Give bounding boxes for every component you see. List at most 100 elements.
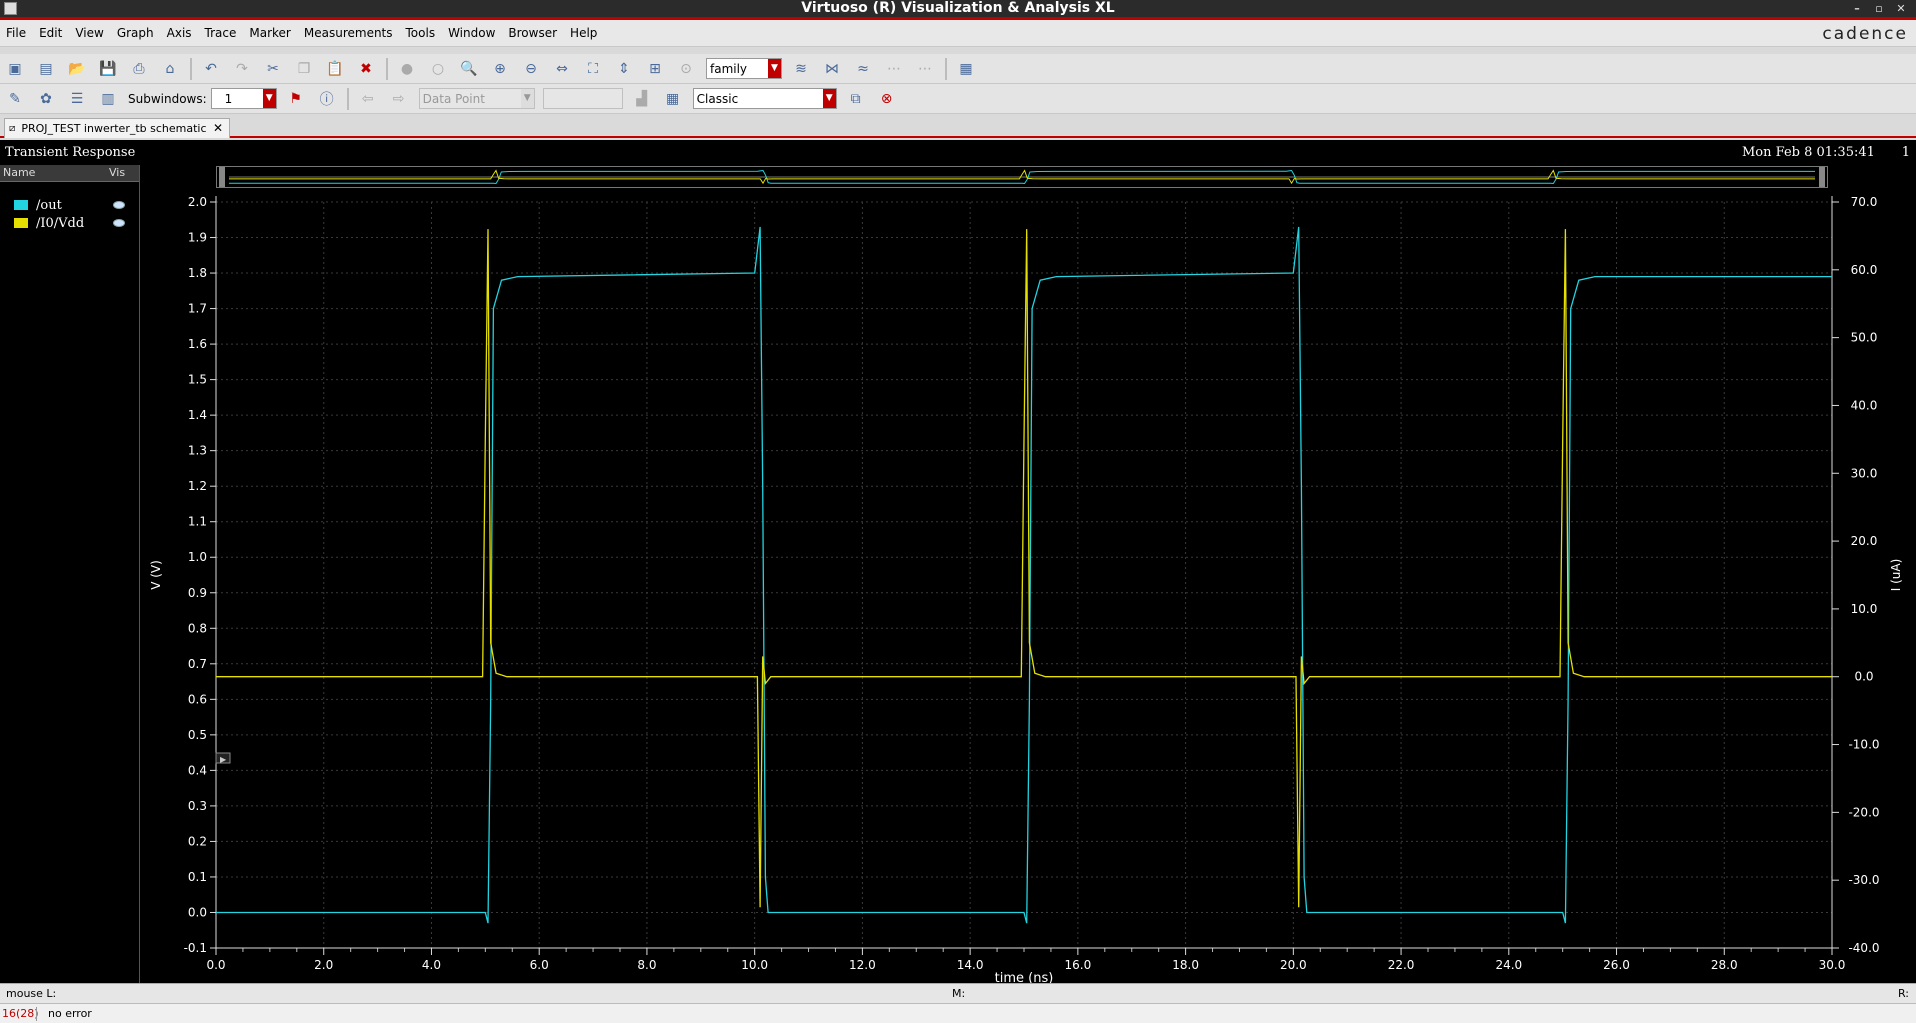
zoom-y-icon[interactable]: ⇕: [613, 58, 635, 80]
remove-style-icon[interactable]: ⊗: [876, 88, 898, 110]
close-window-icon[interactable]: ✕: [1892, 0, 1910, 17]
y-tick-label: 0.1: [188, 870, 207, 884]
x-tick-label: 10.0: [741, 958, 768, 972]
chevron-down-icon[interactable]: ▼: [768, 59, 781, 78]
y2-tick-label: 40.0: [1851, 398, 1878, 412]
datapoint-value-input[interactable]: [542, 88, 623, 109]
y-tick-label: 0.8: [188, 621, 207, 635]
menu-axis[interactable]: Axis: [167, 26, 192, 40]
fit-icon[interactable]: ⛶: [582, 58, 604, 80]
calculator-icon[interactable]: ▦: [662, 88, 684, 110]
menu-graph[interactable]: Graph: [117, 26, 154, 40]
app-icon: [4, 2, 17, 15]
legend-name-header: Name: [3, 166, 36, 179]
copy-icon[interactable]: ❐: [293, 58, 315, 80]
status-message: no error: [48, 1007, 92, 1020]
legend-item-label: /I0/Vdd: [36, 215, 85, 231]
datapoint-combo[interactable]: Data Point ▼: [418, 88, 535, 109]
style-combo[interactable]: Classic ▼: [692, 88, 837, 109]
marker-tool-icon[interactable]: ✿: [35, 88, 57, 110]
y-tick-label: 1.5: [188, 373, 207, 387]
chevron-down-icon[interactable]: ▼: [262, 89, 276, 108]
subwindows-combo[interactable]: 1 ▼: [210, 88, 277, 109]
zoom-out-icon[interactable]: ⊖: [520, 58, 542, 80]
delete-icon[interactable]: ✖: [355, 58, 377, 80]
subwindows-label: Subwindows:: [128, 91, 207, 106]
trace-overlay-icon[interactable]: ≈: [852, 58, 874, 80]
back-arrow-icon[interactable]: ⇦: [357, 88, 379, 110]
zoom-box-icon[interactable]: ⊞: [644, 58, 666, 80]
eye-icon[interactable]: [113, 201, 125, 209]
waveform-chart[interactable]: 0.0 2.0 4.0 6.0 8.0 10.0 12.0 14.0 16.0 18.0 20.0 2…: [140, 165, 1916, 983]
record-icon[interactable]: ○: [427, 58, 449, 80]
layout-rows-icon[interactable]: ☰: [66, 88, 88, 110]
menu-tools[interactable]: Tools: [406, 26, 436, 40]
cut-icon[interactable]: ✂: [262, 58, 284, 80]
menu-file[interactable]: File: [6, 26, 26, 40]
trace-remove-icon[interactable]: ⋯: [914, 58, 936, 80]
family-combo[interactable]: family ▼: [706, 58, 782, 79]
zoom-icon[interactable]: 🔍: [458, 58, 480, 80]
minimize-icon[interactable]: –: [1848, 0, 1866, 17]
plot-datetime: Mon Feb 8 01:35:41: [1742, 145, 1875, 160]
new-window-icon[interactable]: ▣: [4, 58, 26, 80]
y2-tick-label: 20.0: [1851, 534, 1878, 548]
grid-icon[interactable]: ▦: [955, 58, 977, 80]
layout-cols-icon[interactable]: ▥: [97, 88, 119, 110]
menu-marker[interactable]: Marker: [249, 26, 290, 40]
menu-browser[interactable]: Browser: [508, 26, 557, 40]
trace-strip-icon[interactable]: ≋: [790, 58, 812, 80]
close-icon[interactable]: ✕: [213, 121, 223, 135]
chevron-down-icon[interactable]: ▼: [520, 89, 534, 108]
family-combo-value: family: [710, 61, 748, 76]
toolbar-separator: [346, 87, 349, 110]
open-folder-icon[interactable]: 📂: [66, 58, 88, 80]
menu-edit[interactable]: Edit: [39, 26, 62, 40]
trace-out[interactable]: [216, 226, 1832, 924]
tab-label: PROJ_TEST inwerter_tb schematic: [21, 122, 207, 135]
stop-icon[interactable]: ●: [396, 58, 418, 80]
camera-icon[interactable]: ⌂: [159, 58, 181, 80]
menu-view[interactable]: View: [75, 26, 103, 40]
apply-style-icon[interactable]: ⧉: [845, 88, 867, 110]
save-icon[interactable]: 💾: [97, 58, 119, 80]
menu-window[interactable]: Window: [448, 26, 495, 40]
forward-arrow-icon[interactable]: ⇨: [388, 88, 410, 110]
play-icon[interactable]: ▶: [220, 755, 227, 764]
undo-icon[interactable]: ↶: [200, 58, 222, 80]
new-subwindow-icon[interactable]: ▤: [35, 58, 57, 80]
menu-trace[interactable]: Trace: [205, 26, 237, 40]
y-tick-label: 1.6: [188, 337, 207, 351]
message-count: 16(28): [2, 1007, 39, 1020]
info-icon[interactable]: ⓘ: [316, 88, 338, 110]
pointer-icon[interactable]: ✎: [4, 88, 26, 110]
zoom-reset-icon[interactable]: ⊙: [675, 58, 697, 80]
legend-item-vdd[interactable]: /I0/Vdd: [14, 215, 85, 231]
trace-add-icon[interactable]: ⋯: [883, 58, 905, 80]
menu-measurements[interactable]: Measurements: [304, 26, 393, 40]
eye-icon[interactable]: [113, 219, 125, 227]
y-tick-label: 1.4: [188, 408, 207, 422]
plot-window: Transient Response Mon Feb 8 01:35:41 1 …: [0, 140, 1916, 983]
mouse-middle-status: M:: [952, 987, 966, 1000]
legend-item-out[interactable]: /out: [14, 198, 62, 213]
zoom-x-icon[interactable]: ⇔: [551, 58, 573, 80]
y2-tick-label: 60.0: [1851, 263, 1878, 277]
print-icon[interactable]: ⎙: [128, 58, 150, 80]
x-tick-label: 8.0: [637, 958, 656, 972]
redo-icon[interactable]: ↷: [231, 58, 253, 80]
menu-help[interactable]: Help: [570, 26, 597, 40]
chevron-down-icon[interactable]: ▼: [822, 89, 836, 108]
trace-color-swatch: [14, 200, 28, 210]
window-title: Virtuoso (R) Visualization & Analysis XL: [801, 0, 1115, 16]
maximize-icon[interactable]: ▫: [1870, 0, 1888, 17]
tab-schematic[interactable]: ⧄ PROJ_TEST inwerter_tb schematic ✕: [4, 118, 230, 138]
flag-icon[interactable]: ⚑: [285, 88, 307, 110]
trace-vdd[interactable]: [216, 229, 1832, 908]
trace-split-icon[interactable]: ⋈: [821, 58, 843, 80]
y2-tick-label: -30.0: [1848, 873, 1879, 887]
y-tick-label: 0.9: [188, 586, 207, 600]
paste-icon[interactable]: 📋: [324, 58, 346, 80]
histogram-icon[interactable]: ▟: [631, 88, 653, 110]
zoom-in-icon[interactable]: ⊕: [489, 58, 511, 80]
